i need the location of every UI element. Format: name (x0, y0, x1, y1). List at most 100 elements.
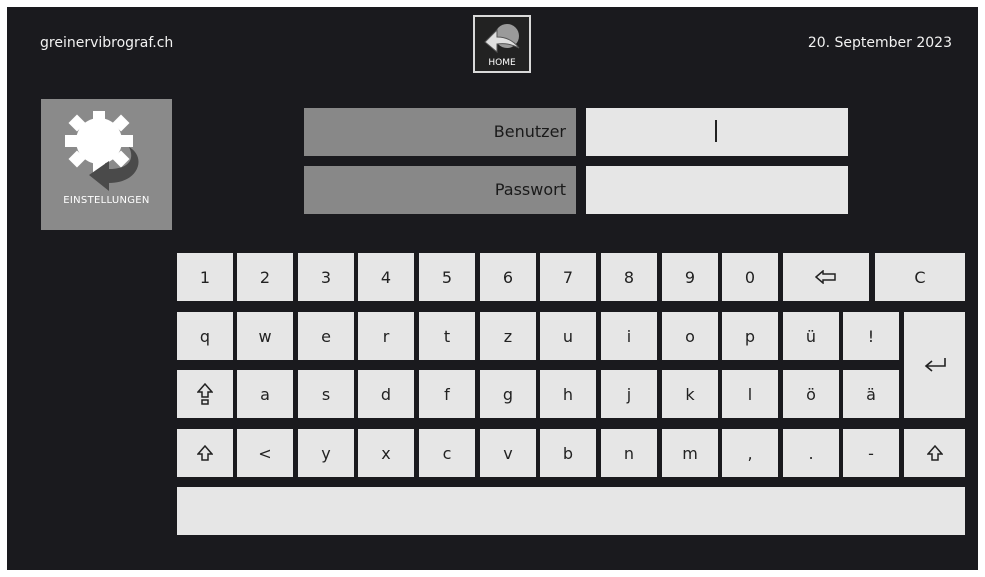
key-label: p (744, 326, 756, 346)
shift-right-key[interactable] (904, 429, 965, 477)
key-label: f (444, 384, 450, 404)
key-label: z (503, 326, 513, 346)
key-label: 6 (502, 267, 514, 287)
key-label: r (382, 326, 390, 346)
key[interactable]: . (783, 429, 839, 477)
key-label: 8 (623, 267, 635, 287)
key[interactable]: y (298, 429, 354, 477)
key[interactable]: u (540, 312, 596, 360)
key-label: 5 (441, 267, 453, 287)
password-label: Passwort (304, 166, 576, 214)
key[interactable]: f (419, 370, 475, 418)
backspace-arrow-icon (815, 270, 836, 284)
key-label: e (321, 326, 331, 346)
caps-lock-key[interactable] (177, 370, 233, 418)
shift-left-key[interactable] (177, 429, 233, 477)
key[interactable]: 6 (480, 253, 536, 301)
key-label: i (626, 326, 632, 346)
date-text: 20. September 2023 (807, 35, 952, 51)
key-label: n (623, 443, 635, 463)
key-label: h (562, 384, 574, 404)
user-input[interactable] (586, 108, 848, 156)
key[interactable]: 5 (419, 253, 475, 301)
key[interactable]: q (177, 312, 233, 360)
key[interactable]: h (540, 370, 596, 418)
key-label: y (321, 443, 331, 463)
settings-button[interactable]: EINSTELLUNGEN (41, 99, 172, 230)
key-label: g (502, 384, 514, 404)
key[interactable]: e (298, 312, 354, 360)
key[interactable]: i (601, 312, 657, 360)
key-label: ö (806, 384, 816, 404)
password-input[interactable] (586, 166, 848, 214)
clear-key[interactable]: C (875, 253, 965, 301)
key-label: u (562, 326, 574, 346)
key-label: 9 (684, 267, 696, 287)
shift-icon (926, 445, 943, 461)
key[interactable]: s (298, 370, 354, 418)
key[interactable]: , (722, 429, 778, 477)
key-label: , (747, 443, 753, 463)
settings-label: EINSTELLUNGEN (63, 195, 150, 206)
key[interactable]: j (601, 370, 657, 418)
key[interactable]: < (237, 429, 293, 477)
key[interactable]: l (722, 370, 778, 418)
key-label: x (381, 443, 391, 463)
key-label: 2 (259, 267, 271, 287)
key[interactable]: a (237, 370, 293, 418)
key[interactable]: ä (843, 370, 899, 418)
user-label: Benutzer (304, 108, 576, 156)
key[interactable]: r (358, 312, 414, 360)
key[interactable]: t (419, 312, 475, 360)
key-label: ü (805, 326, 817, 346)
key[interactable]: ! (843, 312, 899, 360)
key-label: s (321, 384, 331, 404)
key[interactable]: m (662, 429, 718, 477)
key[interactable]: v (480, 429, 536, 477)
key-label: 1 (199, 267, 211, 287)
key[interactable]: 3 (298, 253, 354, 301)
key[interactable]: d (358, 370, 414, 418)
key-label: ä (866, 384, 876, 404)
key[interactable]: 1 (177, 253, 233, 301)
key[interactable]: 4 (358, 253, 414, 301)
key[interactable]: z (480, 312, 536, 360)
key[interactable]: 2 (237, 253, 293, 301)
key[interactable]: w (237, 312, 293, 360)
key[interactable]: ü (783, 312, 839, 360)
key[interactable]: b (540, 429, 596, 477)
text-cursor (715, 120, 717, 142)
settings-gear-icon (65, 111, 139, 191)
home-button[interactable]: HOME (473, 15, 531, 73)
caps-lock-icon (197, 383, 213, 405)
key[interactable]: 7 (540, 253, 596, 301)
key-label: d (380, 384, 392, 404)
key[interactable]: 9 (662, 253, 718, 301)
key[interactable]: o (662, 312, 718, 360)
key[interactable]: - (843, 429, 899, 477)
home-arrow-icon (484, 24, 520, 54)
key-label: . (808, 443, 814, 463)
key-label: < (258, 443, 272, 463)
key-label: 3 (320, 267, 332, 287)
key-label: C (914, 267, 926, 287)
key[interactable]: p (722, 312, 778, 360)
key-label: w (258, 326, 272, 346)
key[interactable]: g (480, 370, 536, 418)
key-label: t (443, 326, 451, 346)
key[interactable]: x (358, 429, 414, 477)
key-label: v (503, 443, 513, 463)
key-label: - (868, 443, 874, 463)
login-screen: greinervibrograf.ch 20. September 2023 H… (7, 7, 978, 570)
key-label: q (199, 326, 211, 346)
home-label: HOME (488, 58, 516, 68)
backspace-key[interactable] (783, 253, 869, 301)
key[interactable]: c (419, 429, 475, 477)
space-key[interactable] (177, 487, 965, 535)
key[interactable]: 0 (722, 253, 778, 301)
enter-key[interactable] (904, 312, 965, 418)
key[interactable]: ö (783, 370, 839, 418)
key[interactable]: 8 (601, 253, 657, 301)
key[interactable]: n (601, 429, 657, 477)
key[interactable]: k (662, 370, 718, 418)
